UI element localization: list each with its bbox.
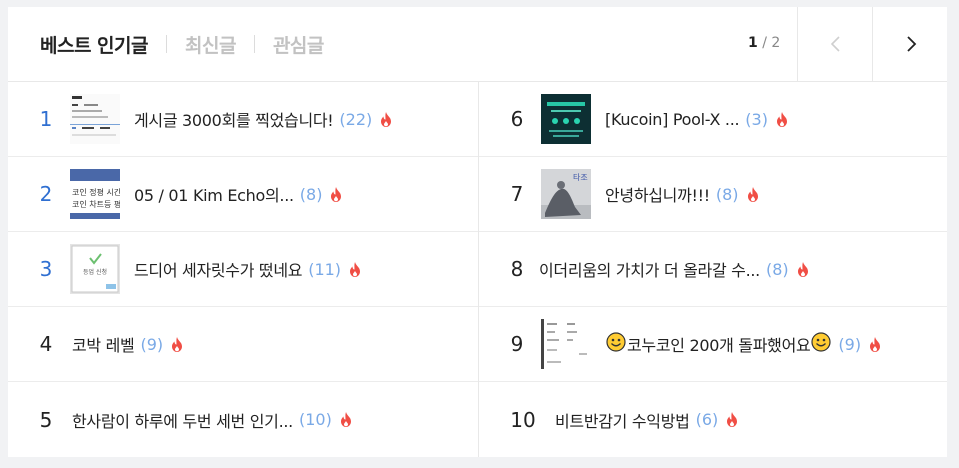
fire-icon [349, 261, 361, 277]
fire-icon [869, 336, 881, 352]
page-separator: / [757, 35, 772, 51]
post-item[interactable]: 9 코누코인 200개 돌파했어요 (9) [479, 307, 947, 382]
fire-icon [171, 336, 183, 352]
comment-count: (6) [695, 410, 719, 429]
fire-icon [380, 111, 392, 127]
post-thumbnail[interactable] [541, 94, 591, 144]
post-thumbnail[interactable]: 코인 정평 시간빈 코인 차트등 평론 [70, 169, 120, 219]
tab-best[interactable]: 베스트 인기글 [40, 31, 149, 58]
thumbnail-image: 등업 신청 [70, 244, 120, 294]
fire-icon [776, 111, 788, 127]
post-rank: 7 [510, 182, 524, 206]
post-title[interactable]: 드디어 세자릿수가 떴네요 [134, 257, 303, 281]
post-rank: 4 [39, 332, 53, 356]
comment-count: (9) [140, 334, 164, 354]
current-page: 1 [748, 35, 758, 51]
post-thumbnail[interactable]: 등업 신청 [70, 244, 120, 294]
post-rank: 8 [510, 257, 524, 281]
board-tabs: 베스트 인기글 최신글 관심글 [40, 31, 324, 57]
post-title[interactable]: 코박 레벨 [72, 332, 135, 356]
post-thumbnail[interactable] [541, 319, 591, 369]
tab-divider [166, 35, 167, 53]
fire-icon [340, 412, 352, 427]
post-title[interactable]: 게시글 3000회를 찍었습니다! [134, 107, 334, 131]
page-indicator: 1 / 2 [748, 35, 780, 51]
comment-count: (10) [298, 410, 332, 429]
post-title[interactable]: 한사람이 하루에 두번 세번 인기... [72, 408, 293, 432]
tab-latest[interactable]: 최신글 [185, 31, 236, 58]
post-rank: 5 [39, 407, 53, 432]
thumbnail-image: 타조 [541, 169, 591, 219]
comment-count: (8) [299, 184, 323, 204]
post-item[interactable]: 7 타조 안녕하십니까!!! (8) [479, 157, 947, 232]
tab-interest[interactable]: 관심글 [273, 31, 324, 58]
post-thumbnail[interactable]: 타조 [541, 169, 591, 219]
comment-count: (22) [339, 109, 373, 129]
tab-divider [253, 35, 255, 53]
thumbnail-image [541, 94, 591, 144]
post-thumbnail[interactable] [70, 94, 120, 144]
post-title[interactable]: 안녕하십니까!!! [605, 182, 710, 206]
thumb-text: 코인 정평 시간빈 [72, 187, 120, 197]
total-pages: 2 [771, 35, 781, 51]
post-title[interactable]: 비트반감기 수익방법 [555, 408, 690, 432]
thumbnail-image [541, 319, 591, 369]
post-item[interactable]: 10 비트반감기 수익방법 (6) [479, 382, 947, 457]
post-title[interactable]: 05 / 01 Kim Echo의... [134, 182, 294, 206]
fire-icon [797, 261, 809, 277]
post-rank: 1 [39, 107, 53, 131]
thumb-text: 타조 [573, 173, 588, 182]
comment-count: (3) [745, 109, 768, 129]
best-posts-panel: 베스트 인기글 최신글 관심글 1 / 2 1 게시글 3000회를 찍었습니다… [8, 7, 947, 457]
post-item[interactable]: 3 등업 신청 드디어 세자릿수가 떴네요 (11) [8, 232, 478, 307]
post-item[interactable]: 5 한사람이 하루에 두번 세번 인기... (10) [8, 382, 478, 457]
next-page-button[interactable] [872, 7, 948, 81]
post-title[interactable]: 코누코인 200개 돌파했어요 [627, 332, 811, 356]
prev-page-button[interactable] [797, 7, 873, 81]
smiley-emoji-icon [606, 332, 626, 356]
smiley-emoji-icon [811, 332, 832, 356]
post-item[interactable]: 2 코인 정평 시간빈 코인 차트등 평론 05 / 01 Kim Echo의.… [8, 157, 478, 232]
post-list: 1 게시글 3000회를 찍었습니다! (22) 2 코인 정평 시간 코인 차… [8, 82, 947, 457]
post-rank: 6 [510, 107, 524, 131]
post-item[interactable]: 4 코박 레벨 (9) [8, 307, 478, 382]
post-item[interactable]: 8 이더리움의 가치가 더 올라갈 수... (8) [479, 232, 947, 307]
fire-icon [726, 412, 738, 427]
thumb-text: 코인 차트등 평론 [72, 199, 120, 209]
post-rank: 3 [39, 257, 53, 281]
fire-icon [330, 186, 342, 202]
post-rank: 9 [510, 332, 524, 356]
thumbnail-image: 코인 정평 시간빈 코인 차트등 평론 [70, 169, 120, 219]
board-header: 베스트 인기글 최신글 관심글 1 / 2 [8, 7, 947, 82]
chevron-right-icon [906, 36, 916, 52]
comment-count: (8) [715, 184, 739, 204]
chevron-left-icon [830, 36, 840, 52]
post-item[interactable]: 6 [Kucoin] Pool-X ... (3) [479, 82, 947, 157]
comment-count: (8) [765, 259, 789, 279]
thumb-text: 등업 신청 [83, 268, 107, 276]
comment-count: (11) [308, 259, 342, 279]
fire-icon [747, 186, 759, 202]
post-title[interactable]: [Kucoin] Pool-X ... [605, 110, 740, 129]
post-item[interactable]: 1 게시글 3000회를 찍었습니다! (22) [8, 82, 478, 157]
post-title[interactable]: 이더리움의 가치가 더 올라갈 수... [539, 257, 760, 281]
post-rank: 2 [39, 182, 53, 206]
comment-count: (9) [838, 334, 862, 354]
thumbnail-image [70, 94, 120, 144]
post-rank: 10 [510, 407, 536, 432]
